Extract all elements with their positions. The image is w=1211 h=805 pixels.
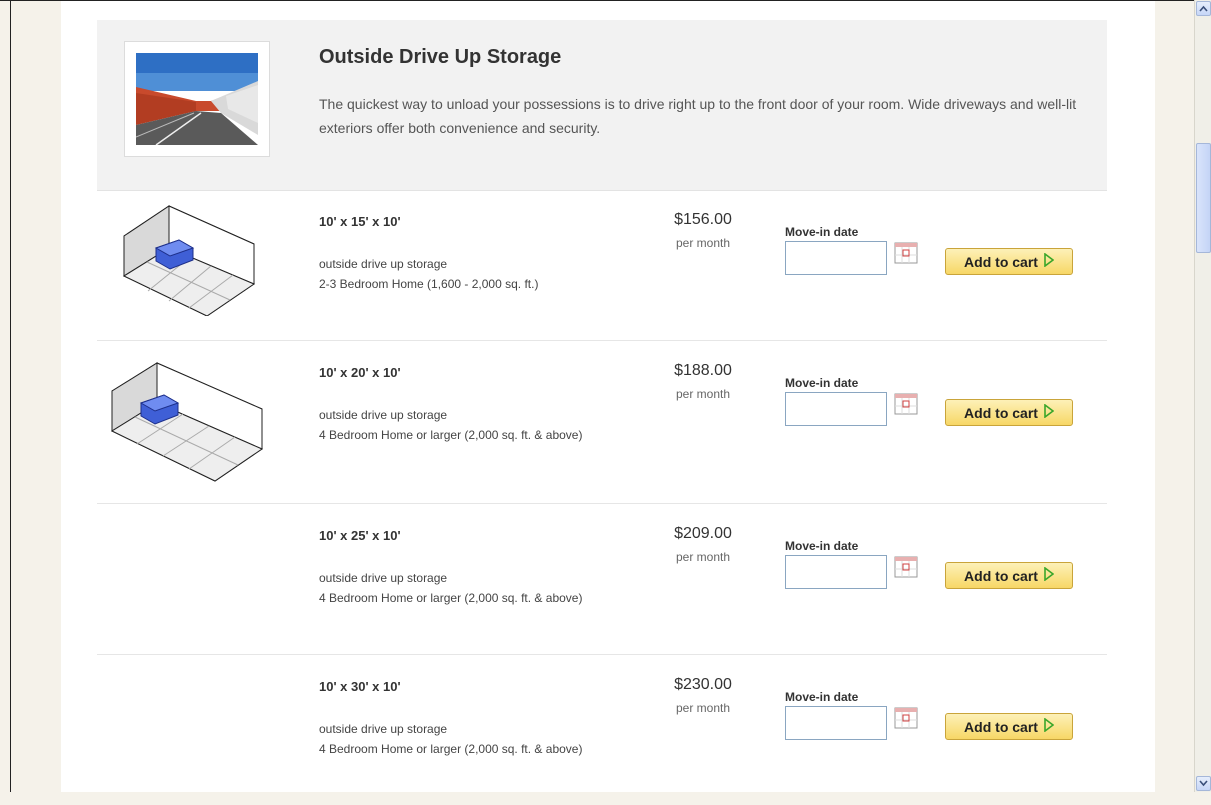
calendar-icon[interactable] [894, 242, 918, 264]
unit-row: 10' x 15' x 10' outside drive up storage… [97, 190, 1107, 341]
price-period: per month [675, 387, 731, 401]
unit-size: 10' x 25' x 10' [319, 528, 401, 543]
move-in-date-input[interactable] [785, 392, 887, 426]
scroll-up-icon[interactable] [1196, 1, 1211, 16]
unit-price: $230.00 [674, 676, 732, 693]
calendar-icon[interactable] [894, 707, 918, 729]
move-in-date-input[interactable] [785, 555, 887, 589]
category-header: Outside Drive Up Storage The quickest wa… [97, 20, 1107, 191]
unit-description: 2-3 Bedroom Home (1,600 - 2,000 sq. ft.) [319, 277, 539, 291]
category-photo [124, 41, 270, 157]
move-in-date-label: Move-in date [785, 225, 859, 239]
unit-price: $188.00 [674, 362, 732, 379]
unit-description: 4 Bedroom Home or larger (2,000 sq. ft. … [319, 742, 583, 756]
add-to-cart-label: Add to cart [964, 718, 1038, 735]
move-in-date-label: Move-in date [785, 376, 859, 390]
play-arrow-icon [1044, 566, 1055, 584]
window-left-border [10, 0, 11, 792]
unit-type: outside drive up storage [319, 257, 448, 271]
unit-size: 10' x 20' x 10' [319, 365, 401, 380]
page-content: Outside Drive Up Storage The quickest wa… [61, 1, 1155, 792]
add-to-cart-label: Add to cart [964, 253, 1038, 270]
move-in-date-label: Move-in date [785, 539, 859, 553]
category-title: Outside Drive Up Storage [319, 46, 562, 68]
category-description: The quickest way to unload your possessi… [319, 96, 1077, 136]
unit-description: 4 Bedroom Home or larger (2,000 sq. ft. … [319, 591, 583, 605]
play-arrow-icon [1044, 252, 1055, 270]
move-in-date-input[interactable] [785, 706, 887, 740]
move-in-date-input[interactable] [785, 241, 887, 275]
unit-diagram-10x20 [107, 361, 267, 488]
add-to-cart-button[interactable]: Add to cart [945, 562, 1073, 589]
add-to-cart-label: Add to cart [964, 404, 1038, 421]
unit-diagram-10x15 [119, 204, 259, 321]
unit-type: outside drive up storage [319, 722, 448, 736]
unit-price: $156.00 [674, 211, 732, 228]
add-to-cart-label: Add to cart [964, 567, 1038, 584]
add-to-cart-button[interactable]: Add to cart [945, 713, 1073, 740]
calendar-icon[interactable] [894, 393, 918, 415]
scroll-down-icon[interactable] [1196, 776, 1211, 791]
unit-row: 10' x 25' x 10' outside drive up storage… [97, 504, 1107, 655]
calendar-icon[interactable] [894, 556, 918, 578]
play-arrow-icon [1044, 717, 1055, 735]
unit-description: 4 Bedroom Home or larger (2,000 sq. ft. … [319, 428, 583, 442]
unit-size: 10' x 30' x 10' [319, 679, 401, 694]
add-to-cart-button[interactable]: Add to cart [945, 248, 1073, 275]
move-in-date-label: Move-in date [785, 690, 859, 704]
price-period: per month [675, 701, 731, 715]
vertical-scrollbar[interactable] [1194, 0, 1211, 792]
play-arrow-icon [1044, 403, 1055, 421]
scrollbar-thumb[interactable] [1196, 143, 1211, 253]
unit-price: $209.00 [674, 525, 732, 542]
unit-type: outside drive up storage [319, 571, 448, 585]
add-to-cart-button[interactable]: Add to cart [945, 399, 1073, 426]
price-period: per month [675, 550, 731, 564]
unit-type: outside drive up storage [319, 408, 448, 422]
unit-row: 10' x 30' x 10' outside drive up storage… [97, 655, 1107, 805]
unit-size: 10' x 15' x 10' [319, 214, 401, 229]
price-period: per month [675, 236, 731, 250]
unit-row: 10' x 20' x 10' outside drive up storage… [97, 341, 1107, 504]
